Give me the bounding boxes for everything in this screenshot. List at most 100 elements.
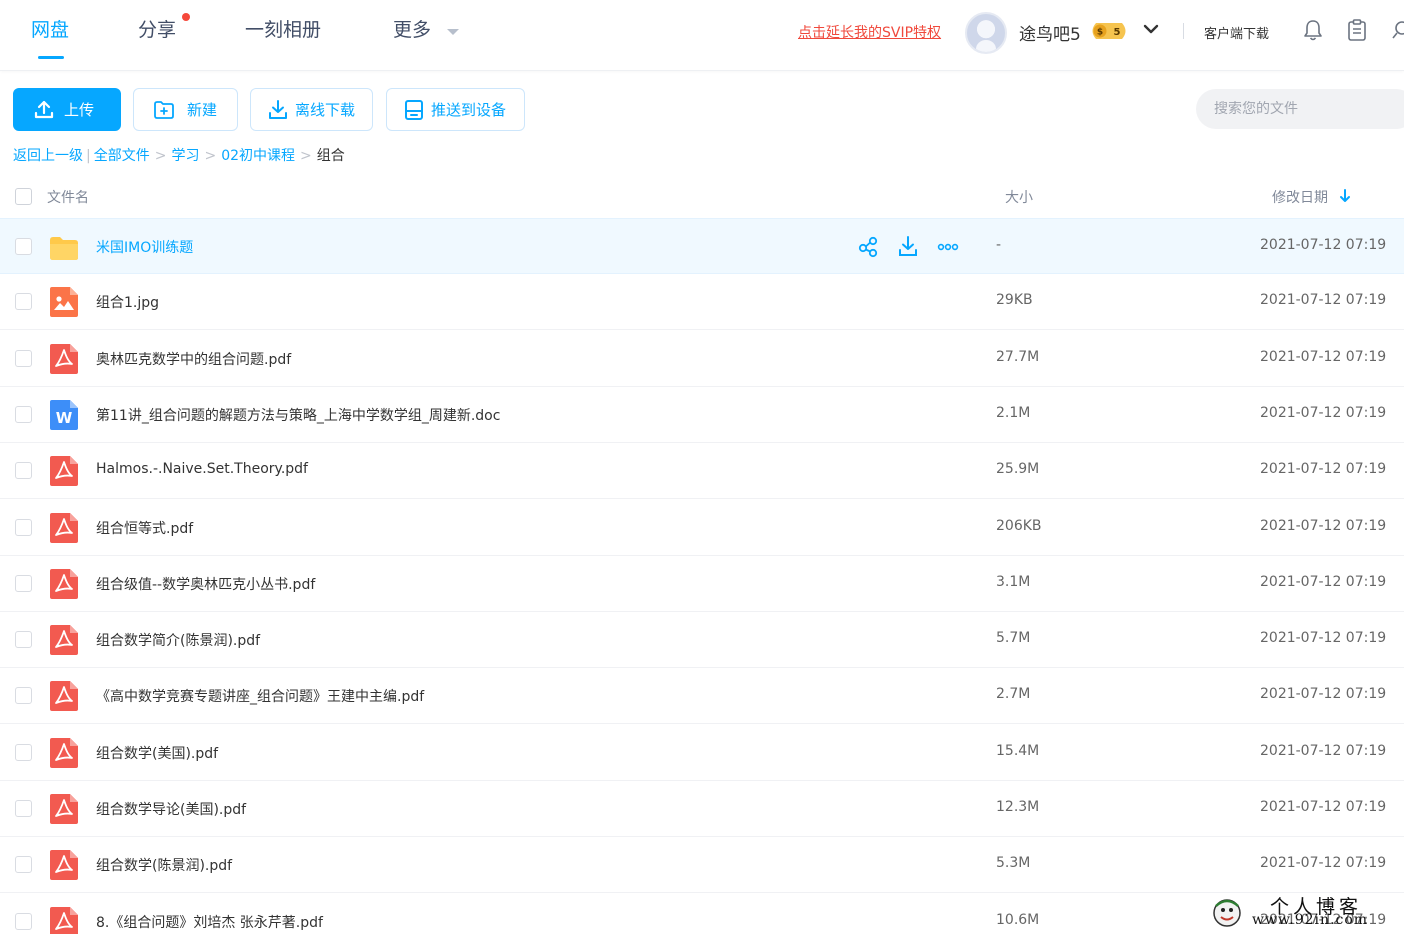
username[interactable]: 途鸟吧5	[1019, 20, 1081, 45]
row-checkbox[interactable]	[15, 293, 32, 310]
file-size: -	[996, 237, 1002, 253]
file-name[interactable]: 组合数学(美国).pdf	[96, 743, 218, 763]
row-checkbox[interactable]	[15, 800, 32, 817]
file-name[interactable]: 组合1.jpg	[96, 292, 159, 312]
column-header-size[interactable]: 大小	[1005, 187, 1033, 207]
file-name[interactable]: 第11讲_组合问题的解题方法与策略_上海中学数学组_周建新.doc	[96, 405, 500, 425]
file-size: 206KB	[996, 518, 1042, 534]
file-modified-date: 2021-07-12 07:19	[1260, 518, 1387, 534]
file-size: 5.3M	[996, 855, 1031, 871]
column-header-modified[interactable]: 修改日期	[1272, 187, 1328, 207]
row-checkbox[interactable]	[15, 744, 32, 761]
breadcrumb-separator: >	[154, 148, 167, 164]
row-checkbox[interactable]	[15, 406, 32, 423]
offline-download-button[interactable]: 离线下载	[250, 88, 373, 131]
file-size: 2.7M	[996, 686, 1031, 702]
table-row[interactable]: 《高中数学竞赛专题讲座_组合问题》王建中主编.pdf 2.7M 2021-07-12…	[0, 668, 1404, 724]
file-size: 3.1M	[996, 574, 1031, 590]
breadcrumb: 返回上一级 | 全部文件 > 学习 >02初中课程 > 组合	[13, 146, 345, 166]
table-row[interactable]: 组合数学(陈景润).pdf 5.3M 2021-07-12 07:19	[0, 837, 1404, 893]
user-menu-chevron-icon[interactable]	[1141, 19, 1161, 39]
table-row[interactable]: W 第11讲_组合问题的解题方法与策略_上海中学数学组_周建新.doc 2.1M 20…	[0, 387, 1404, 443]
folder-icon	[50, 232, 78, 262]
share-icon[interactable]	[857, 233, 879, 259]
row-checkbox[interactable]	[15, 856, 32, 873]
table-row[interactable]: 米国IMO训练题 - 2021-07-12 07:19	[0, 218, 1404, 274]
row-checkbox[interactable]	[15, 462, 32, 479]
clipboard-icon[interactable]	[1346, 18, 1368, 42]
blog-logo-icon	[1213, 899, 1241, 927]
table-row[interactable]: 组合1.jpg 29KB 2021-07-12 07:19	[0, 274, 1404, 330]
bell-icon[interactable]	[1302, 18, 1324, 42]
breadcrumb-item-all-files[interactable]: 全部文件	[94, 148, 150, 164]
search-input[interactable]	[1214, 101, 1394, 117]
breadcrumb-back[interactable]: 返回上一级	[13, 148, 83, 164]
tab-share[interactable]: 分享	[138, 17, 176, 43]
download-icon[interactable]	[897, 233, 919, 259]
row-checkbox[interactable]	[15, 575, 32, 592]
file-name[interactable]: 奥林匹克数学中的组合问题.pdf	[96, 349, 291, 369]
row-checkbox[interactable]	[15, 913, 32, 930]
table-row[interactable]: 组合恒等式.pdf 206KB 2021-07-12 07:19	[0, 500, 1404, 556]
table-row[interactable]: 组合数学简介(陈景润).pdf 5.7M 2021-07-12 07:19	[0, 612, 1404, 668]
pdf-file-icon	[50, 850, 78, 880]
row-checkbox[interactable]	[15, 350, 32, 367]
download-icon	[269, 99, 287, 119]
avatar[interactable]	[965, 12, 1007, 54]
new-folder-button[interactable]: 新建	[133, 88, 238, 131]
file-name[interactable]: 《高中数学竞赛专题讲座_组合问题》王建中主编.pdf	[96, 686, 424, 706]
client-download-link[interactable]: 客户端下载	[1204, 23, 1269, 42]
pdf-file-icon	[50, 456, 78, 486]
file-name[interactable]: Halmos.-.Naive.Set.Theory.pdf	[96, 461, 308, 477]
pdf-file-icon	[50, 344, 78, 374]
select-all-checkbox[interactable]	[15, 188, 32, 205]
column-header-name[interactable]: 文件名	[47, 187, 89, 207]
upload-button[interactable]: 上传	[13, 88, 121, 131]
file-modified-date: 2021-07-12 07:19	[1260, 574, 1387, 590]
row-checkbox[interactable]	[15, 519, 32, 536]
table-row[interactable]: 8.《组合问题》刘培杰 张永芹著.pdf 10.6M 2021-07-12 07:1…	[0, 894, 1404, 934]
table-row[interactable]: 奥林匹克数学中的组合问题.pdf 27.7M 2021-07-12 07:19	[0, 331, 1404, 387]
file-name[interactable]: 8.《组合问题》刘培杰 张永芹著.pdf	[96, 912, 323, 932]
file-modified-date: 2021-07-12 07:19	[1260, 630, 1387, 646]
upload-icon	[34, 100, 54, 118]
row-checkbox[interactable]	[15, 631, 32, 648]
file-name[interactable]: 米国IMO训练题	[96, 237, 193, 257]
file-name[interactable]: 组合恒等式.pdf	[96, 518, 193, 538]
settings-icon[interactable]	[1390, 18, 1404, 42]
file-name[interactable]: 组合数学简介(陈景润).pdf	[96, 630, 260, 650]
file-name[interactable]: 组合级值--数学奥林匹克小丛书.pdf	[96, 574, 315, 594]
vip-badge-icon: $ 5	[1092, 23, 1126, 39]
file-name[interactable]: 组合数学(陈景润).pdf	[96, 855, 232, 875]
svg-text:W: W	[56, 409, 73, 427]
row-checkbox[interactable]	[15, 238, 32, 255]
file-modified-date: 2021-07-12 07:19	[1260, 799, 1387, 815]
search-box[interactable]	[1196, 89, 1404, 129]
chevron-down-icon[interactable]	[447, 29, 459, 35]
pdf-file-icon	[50, 625, 78, 655]
file-size: 5.7M	[996, 630, 1031, 646]
file-size: 29KB	[996, 292, 1033, 308]
table-row[interactable]: Halmos.-.Naive.Set.Theory.pdf 25.9M 2021-0…	[0, 443, 1404, 499]
breadcrumb-item-study[interactable]: 学习	[171, 148, 199, 164]
table-row[interactable]: 组合级值--数学奥林匹克小丛书.pdf 3.1M 2021-07-12 07:19	[0, 556, 1404, 612]
file-name[interactable]: 组合数学导论(美国).pdf	[96, 799, 246, 819]
svip-extend-link[interactable]: 点击延长我的SVIP特权	[798, 22, 941, 42]
table-row[interactable]: 组合数学(美国).pdf 15.4M 2021-07-12 07:19	[0, 725, 1404, 781]
file-modified-date: 2021-07-12 07:19	[1260, 292, 1387, 308]
sort-desc-icon[interactable]	[1339, 188, 1351, 204]
table-row[interactable]: 组合数学导论(美国).pdf 12.3M 2021-07-12 07:19	[0, 781, 1404, 837]
tab-netdisk[interactable]: 网盘	[31, 17, 69, 43]
new-label: 新建	[187, 101, 218, 119]
breadcrumb-separator: >	[300, 148, 312, 164]
file-size: 27.7M	[996, 349, 1040, 365]
file-modified-date: 2021-07-12 07:19	[1260, 349, 1387, 365]
tab-more[interactable]: 更多	[393, 17, 431, 43]
row-checkbox[interactable]	[15, 687, 32, 704]
more-options-icon[interactable]	[937, 233, 959, 259]
svg-text:$: $	[1097, 28, 1103, 38]
breadcrumb-item-course[interactable]: 02初中课程	[221, 148, 295, 164]
push-to-device-button[interactable]: 推送到设备	[386, 88, 525, 131]
tab-album[interactable]: 一刻相册	[245, 17, 321, 43]
file-modified-date: 2021-07-12 07:19	[1260, 743, 1387, 759]
